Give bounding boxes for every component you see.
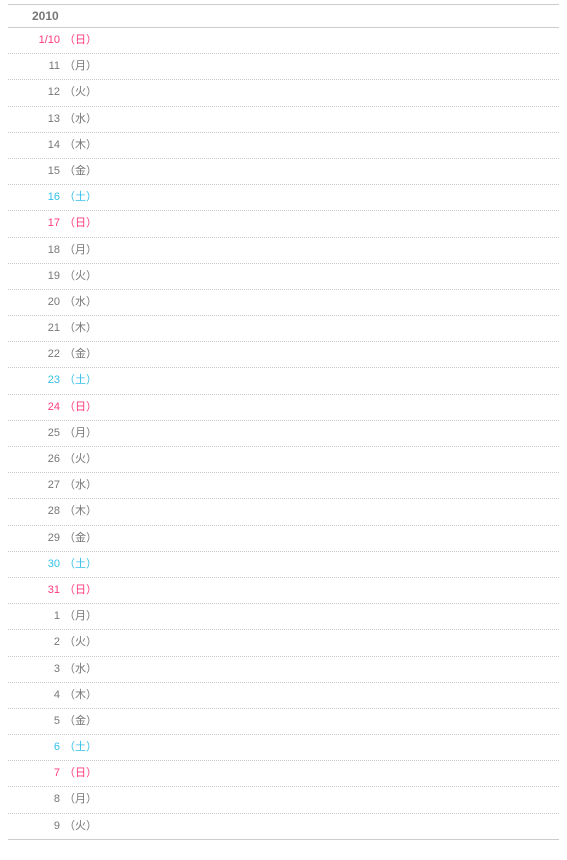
dow-label: （水） <box>62 107 97 132</box>
dow-label: （火） <box>62 630 97 655</box>
date-label: 14 <box>8 133 62 158</box>
date-label: 3 <box>8 657 62 682</box>
date-label: 26 <box>8 447 62 472</box>
dow-label: （木） <box>62 683 97 708</box>
day-row: 23（土） <box>8 368 559 394</box>
day-row: 26（火） <box>8 447 559 473</box>
dow-label: （金） <box>62 526 97 551</box>
date-label: 28 <box>8 499 62 524</box>
dow-label: （日） <box>62 761 97 786</box>
day-row: 12（火） <box>8 80 559 106</box>
dow-label: （日） <box>62 578 97 603</box>
date-label: 20 <box>8 290 62 315</box>
dow-label: （月） <box>62 54 97 79</box>
dow-label: （日） <box>62 395 97 420</box>
day-row: 9（火） <box>8 814 559 840</box>
day-row: 30（土） <box>8 552 559 578</box>
dow-label: （火） <box>62 447 97 472</box>
dow-label: （木） <box>62 499 97 524</box>
day-row: 20（水） <box>8 290 559 316</box>
date-label: 4 <box>8 683 62 708</box>
dow-label: （土） <box>62 368 97 393</box>
date-label: 2 <box>8 630 62 655</box>
dow-label: （土） <box>62 552 97 577</box>
dow-label: （水） <box>62 473 97 498</box>
day-row: 18（月） <box>8 238 559 264</box>
date-label: 6 <box>8 735 62 760</box>
dow-label: （金） <box>62 709 97 734</box>
dow-label: （火） <box>62 814 97 839</box>
day-row: 11（月） <box>8 54 559 80</box>
date-label: 19 <box>8 264 62 289</box>
day-row: 14（木） <box>8 133 559 159</box>
day-row: 25（月） <box>8 421 559 447</box>
date-label: 13 <box>8 107 62 132</box>
day-row: 29（金） <box>8 526 559 552</box>
date-label: 11 <box>8 54 62 79</box>
dow-label: （木） <box>62 316 97 341</box>
dow-label: （日） <box>62 211 97 236</box>
day-row: 13（水） <box>8 107 559 133</box>
dow-label: （月） <box>62 238 97 263</box>
date-label: 1/10 <box>8 28 62 53</box>
date-label: 16 <box>8 185 62 210</box>
day-row: 7（日） <box>8 761 559 787</box>
date-label: 15 <box>8 159 62 184</box>
date-label: 8 <box>8 787 62 812</box>
date-label: 27 <box>8 473 62 498</box>
date-label: 12 <box>8 80 62 105</box>
dow-label: （水） <box>62 657 97 682</box>
date-label: 17 <box>8 211 62 236</box>
day-row: 5（金） <box>8 709 559 735</box>
day-row: 3（水） <box>8 657 559 683</box>
dow-label: （月） <box>62 421 97 446</box>
date-label: 22 <box>8 342 62 367</box>
date-label: 31 <box>8 578 62 603</box>
day-row: 31（日） <box>8 578 559 604</box>
day-row: 27（水） <box>8 473 559 499</box>
date-label: 29 <box>8 526 62 551</box>
date-label: 1 <box>8 604 62 629</box>
day-row: 1/10（日） <box>8 28 559 54</box>
day-row: 1（月） <box>8 604 559 630</box>
day-row: 6（土） <box>8 735 559 761</box>
date-label: 30 <box>8 552 62 577</box>
date-label: 25 <box>8 421 62 446</box>
day-row: 28（木） <box>8 499 559 525</box>
day-row: 15（金） <box>8 159 559 185</box>
day-row: 19（火） <box>8 264 559 290</box>
calendar-list: 2010 1/10（日）11（月）12（火）13（水）14（木）15（金）16（… <box>0 0 567 860</box>
year-header: 2010 <box>8 4 559 28</box>
dow-label: （月） <box>62 604 97 629</box>
day-row: 22（金） <box>8 342 559 368</box>
day-row: 17（日） <box>8 211 559 237</box>
dow-label: （土） <box>62 185 97 210</box>
dow-label: （日） <box>62 28 97 53</box>
date-label: 21 <box>8 316 62 341</box>
date-label: 18 <box>8 238 62 263</box>
dow-label: （金） <box>62 159 97 184</box>
dow-label: （火） <box>62 264 97 289</box>
day-row: 8（月） <box>8 787 559 813</box>
dow-label: （月） <box>62 787 97 812</box>
day-row: 16（土） <box>8 185 559 211</box>
dow-label: （水） <box>62 290 97 315</box>
day-row: 2（火） <box>8 630 559 656</box>
day-rows: 1/10（日）11（月）12（火）13（水）14（木）15（金）16（土）17（… <box>8 28 559 840</box>
date-label: 5 <box>8 709 62 734</box>
dow-label: （火） <box>62 80 97 105</box>
day-row: 4（木） <box>8 683 559 709</box>
dow-label: （木） <box>62 133 97 158</box>
date-label: 7 <box>8 761 62 786</box>
date-label: 9 <box>8 814 62 839</box>
dow-label: （金） <box>62 342 97 367</box>
day-row: 21（木） <box>8 316 559 342</box>
date-label: 23 <box>8 368 62 393</box>
dow-label: （土） <box>62 735 97 760</box>
date-label: 24 <box>8 395 62 420</box>
day-row: 24（日） <box>8 395 559 421</box>
